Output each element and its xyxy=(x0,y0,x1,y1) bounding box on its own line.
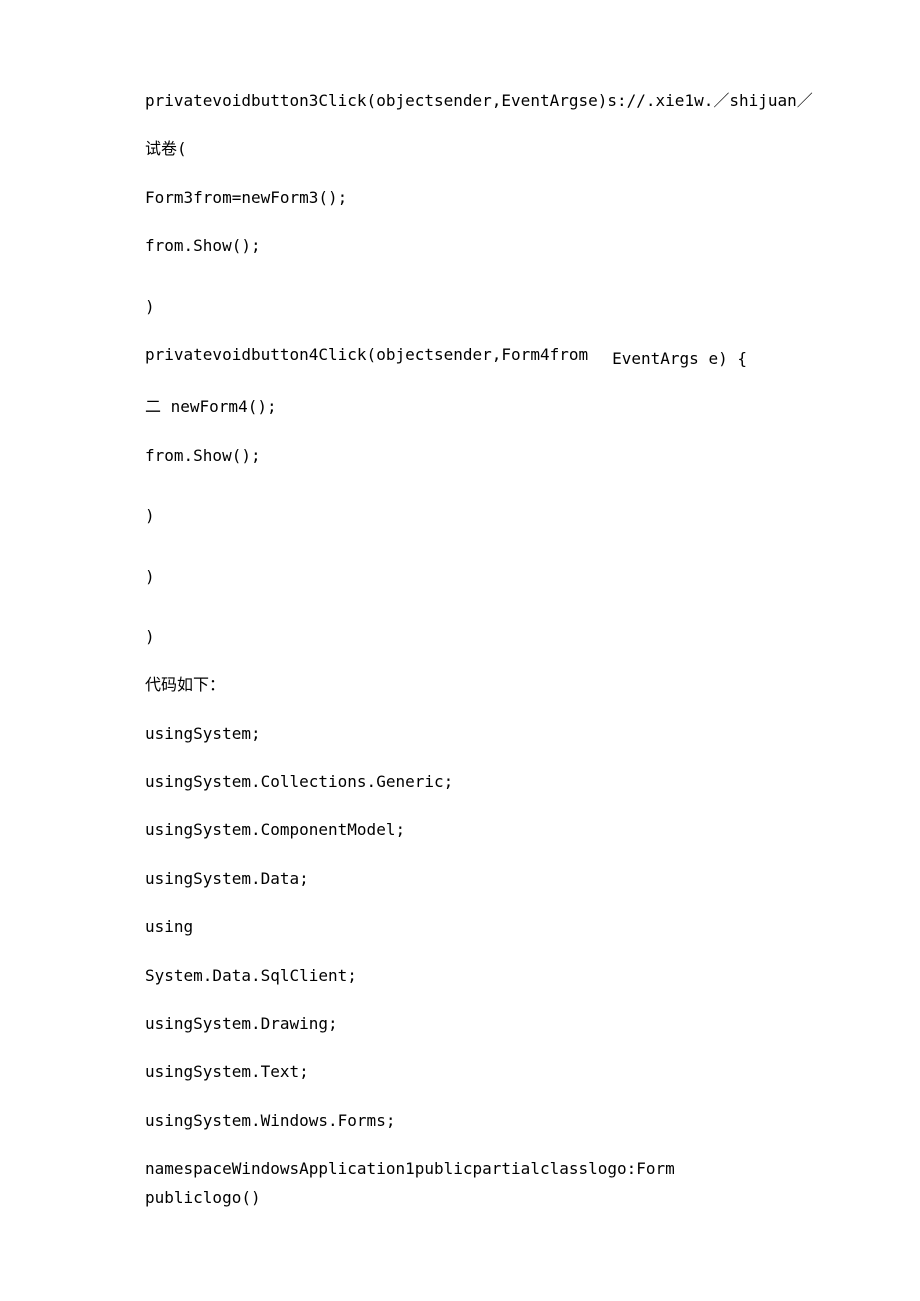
code-line: usingSystem.Drawing; xyxy=(145,1013,920,1035)
code-line: 代码如下： xyxy=(145,674,920,696)
code-line: usingSystem; xyxy=(145,723,920,745)
code-line: from.Show(); xyxy=(145,445,920,467)
code-line: ) xyxy=(145,296,920,318)
code-line: usingSystem.Text; xyxy=(145,1061,920,1083)
code-text-right: EventArgs e) { xyxy=(612,348,747,370)
code-line: usingSystem.Collections.Generic; xyxy=(145,771,920,793)
code-line: ) xyxy=(145,505,920,527)
code-line: usingSystem.Data; xyxy=(145,868,920,890)
code-line: from.Show(); xyxy=(145,235,920,257)
code-line: ) xyxy=(145,626,920,648)
code-line: 试卷( xyxy=(145,138,920,160)
code-text-left: privatevoidbutton4Click(objectsender,For… xyxy=(145,344,588,370)
code-line: privatevoidbutton3Click(objectsender,Eve… xyxy=(145,90,920,112)
code-line: ) xyxy=(145,566,920,588)
code-line: usingSystem.Windows.Forms; xyxy=(145,1110,920,1132)
code-line: publiclogo() xyxy=(145,1187,920,1209)
code-line: 二 newForm4(); xyxy=(145,396,920,418)
code-line: privatevoidbutton4Click(objectsender,For… xyxy=(145,344,920,370)
code-line: Form3from=newForm3(); xyxy=(145,187,920,209)
code-line: System.Data.SqlClient; xyxy=(145,965,920,987)
code-line: usingSystem.ComponentModel; xyxy=(145,819,920,841)
code-line: namespaceWindowsApplication1publicpartia… xyxy=(145,1158,920,1180)
code-line: using xyxy=(145,916,920,938)
